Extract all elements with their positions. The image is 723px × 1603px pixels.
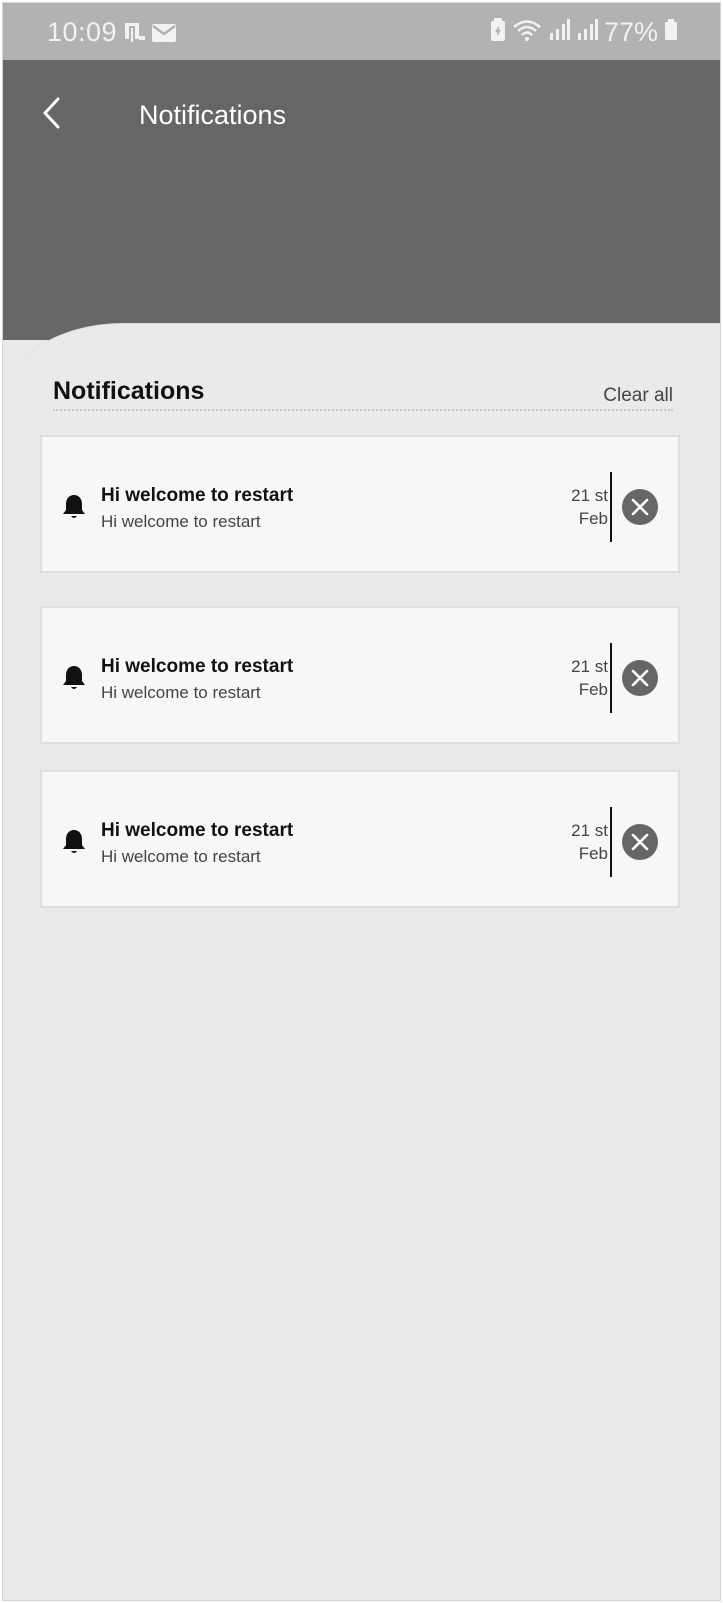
bell-icon [61,664,87,692]
close-icon [631,498,649,516]
wifi-icon [512,18,542,47]
notification-day: 21 st [571,657,608,676]
section-header: Notifications Clear all [53,375,673,411]
notification-month: Feb [578,509,608,528]
divider [610,472,612,542]
notification-date: 21 st Feb [571,819,608,865]
notification-body: Hi welcome to restart [101,847,261,866]
notification-card[interactable]: Hi welcome to restart Hi welcome to rest… [40,435,680,573]
section-title: Notifications [53,377,205,405]
page-title: Notifications [139,100,287,130]
notification-title: Hi welcome to restart [101,656,294,677]
device-icon [123,22,147,49]
notification-card[interactable]: Hi welcome to restart Hi welcome to rest… [40,770,680,908]
divider [610,807,612,877]
battery-icon [664,19,678,46]
battery-percentage: 77% [603,17,658,47]
mail-icon [151,22,177,49]
notification-card[interactable]: Hi welcome to restart Hi welcome to rest… [40,606,680,744]
notification-body: Hi welcome to restart [101,512,261,531]
status-bar: 10:09 77% [3,3,720,60]
signal-icon [548,19,570,46]
back-button[interactable] [33,97,69,133]
app-screen: 10:09 77% Notifications Notifications Cl… [2,2,721,1601]
close-icon [631,669,649,687]
notification-day: 21 st [571,821,608,840]
notification-body: Hi welcome to restart [101,683,261,702]
notification-month: Feb [578,844,608,863]
dismiss-button[interactable] [622,660,658,696]
app-header [3,60,720,340]
notification-date: 21 st Feb [571,655,608,701]
bell-icon [61,493,87,521]
close-icon [631,833,649,851]
notification-title: Hi welcome to restart [101,485,294,506]
notification-month: Feb [578,680,608,699]
notification-title: Hi welcome to restart [101,820,294,841]
notification-date: 21 st Feb [571,484,608,530]
notification-day: 21 st [571,486,608,505]
battery-saver-icon [490,18,506,47]
status-time: 10:09 [47,17,118,47]
clear-all-button[interactable]: Clear all [603,385,673,407]
dismiss-button[interactable] [622,489,658,525]
chevron-left-icon [40,96,62,135]
dismiss-button[interactable] [622,824,658,860]
divider [610,643,612,713]
bell-icon [61,828,87,856]
signal-icon [576,19,598,46]
